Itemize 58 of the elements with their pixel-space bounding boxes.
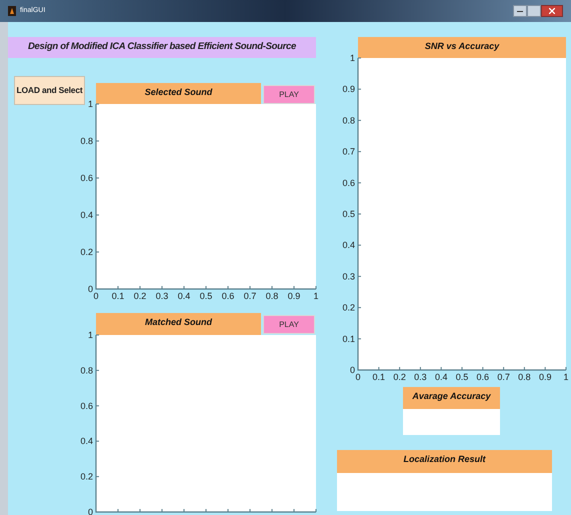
close-button[interactable] (541, 5, 563, 17)
tick-label: 0.6 (342, 178, 355, 188)
tick-label: 0.8 (266, 291, 278, 301)
tick-label: 0.3 (342, 271, 355, 282)
tick-label: 0.9 (538, 372, 552, 382)
tick-label: 0.5 (342, 209, 355, 219)
app-icon (8, 6, 16, 16)
tick-label: 0 (350, 365, 355, 375)
tick-label: 0.6 (80, 173, 93, 183)
tick-label: 0.4 (80, 436, 93, 446)
tick-label: 0.7 (244, 291, 256, 301)
tick-label: 0.8 (80, 365, 93, 376)
play-button[interactable]: PLAY (263, 85, 315, 104)
tick-label: 0.4 (80, 210, 93, 220)
tick-label: 1 (314, 291, 318, 301)
tick-label: 0.1 (112, 291, 124, 301)
tick-label: 0.8 (80, 136, 93, 146)
play-button[interactable]: PLAY (263, 315, 315, 334)
close-icon[interactable] (549, 8, 555, 14)
tick-label: 0.8 (518, 372, 531, 382)
tick-label: 0.6 (80, 400, 93, 411)
tick-label: 0 (356, 372, 360, 382)
tick-label: 0 (88, 507, 93, 515)
tick-label: 0.7 (342, 146, 355, 157)
tick-label: 0.6 (476, 372, 490, 382)
panel-header: Matched Sound (96, 313, 261, 335)
tick-label: 0.6 (222, 291, 234, 301)
title-banner: Design of Modified ICA Classifier based Efficient Sound-Source (8, 37, 316, 58)
tick-label: 0.4 (434, 372, 448, 382)
tick-label: 0.2 (134, 291, 146, 301)
minimize-button[interactable] (513, 5, 527, 17)
tick-label: 0.8 (342, 115, 355, 126)
load-button[interactable]: LOAD and Select (14, 76, 85, 105)
tick-label: 0.2 (80, 472, 93, 482)
tick-label: 0.5 (200, 291, 212, 301)
panel-header: Selected Sound (96, 83, 261, 104)
tick-label: 1 (564, 372, 568, 382)
tick-label: 0.7 (497, 372, 510, 382)
tick-label: 0.1 (372, 372, 386, 382)
tick-label: 0.4 (342, 240, 355, 250)
tick-label: 0.9 (288, 291, 300, 301)
tick-label: 0.2 (393, 372, 406, 382)
tick-label: 0 (94, 291, 98, 301)
tick-label: 1 (88, 330, 93, 340)
tick-label: 1 (350, 53, 355, 63)
tick-label: 0.2 (80, 247, 93, 257)
tick-label: 0.9 (342, 84, 355, 94)
tick-label: 0.5 (456, 372, 468, 382)
tick-label: 1 (88, 99, 93, 109)
tick-label: 0 (88, 284, 93, 294)
tick-label: 0.4 (178, 291, 190, 301)
tick-label: 0.3 (414, 372, 427, 382)
tick-label: 0.1 (342, 334, 355, 344)
tick-label: 0.2 (342, 302, 355, 313)
panel-header: Avarage Accuracy (403, 387, 500, 409)
tick-label: 0.3 (156, 291, 168, 301)
panel-header: SNR vs Accuracy (358, 37, 566, 58)
panel-header: Localization Result (337, 450, 552, 473)
